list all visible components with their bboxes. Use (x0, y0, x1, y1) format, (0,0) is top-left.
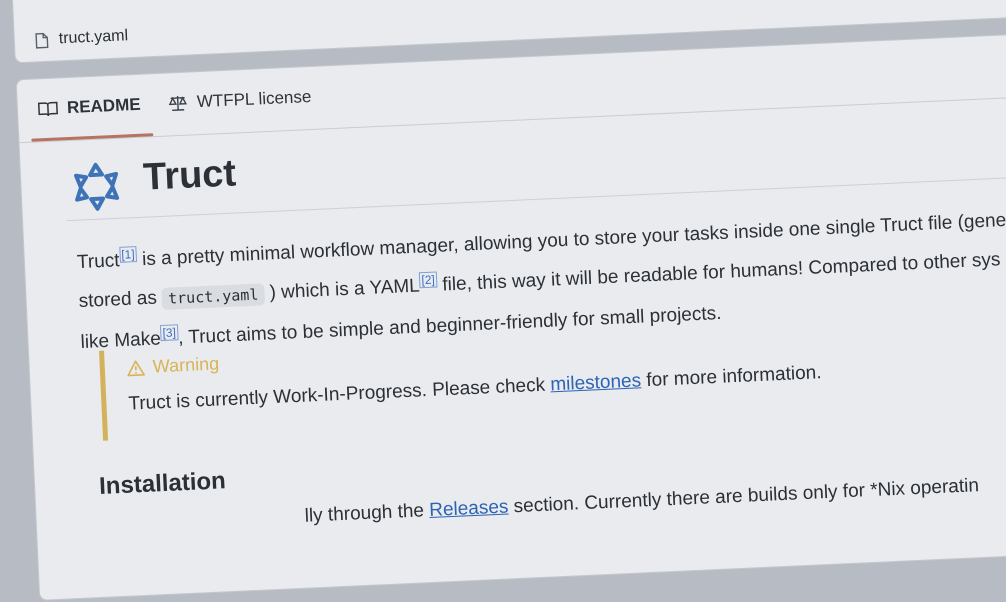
warning-label: Warning (152, 353, 220, 377)
milestones-link[interactable]: milestones (550, 370, 642, 395)
book-icon (37, 101, 58, 117)
file-item[interactable]: truct.yaml (34, 27, 128, 49)
readme-panel: README WTFPL license Truct Truct[1] is a… (15, 30, 1006, 601)
install-text-before: lly through the (304, 500, 430, 527)
file-icon (35, 32, 49, 49)
footnote-link-2[interactable]: [2] (419, 271, 438, 289)
active-tab-indicator (31, 133, 154, 142)
tab-readme-label: README (66, 94, 141, 118)
warning-text-before: Truct is currently Work-In-Progress. Ple… (127, 374, 551, 415)
scene: truct.yaml README WTFPL license Truct Tr… (0, 0, 1006, 601)
scale-icon (168, 96, 188, 112)
intro-text-4: file, this way it will be readable for h… (436, 249, 1001, 297)
intro-text-3: ) which is a YAML (263, 275, 421, 304)
warning-text: Truct is currently Work-In-Progress. Ple… (128, 362, 822, 415)
footnote-link-3[interactable]: [3] (160, 323, 179, 341)
tab-license-label: WTFPL license (196, 86, 312, 112)
footnote-link-1[interactable]: [1] (118, 246, 137, 263)
tab-readme[interactable]: README (37, 94, 141, 120)
filename-code: truct.yaml (161, 282, 265, 310)
warning-text-after: for more information. (640, 362, 822, 392)
install-text-after: section. Currently there are builds only… (507, 475, 980, 518)
file-name: truct.yaml (58, 27, 129, 48)
releases-link[interactable]: Releases (429, 496, 509, 521)
warning-icon (127, 359, 145, 376)
installation-text: lly through the Releases section. Curren… (304, 475, 979, 528)
warning-header: Warning (126, 353, 220, 378)
tab-license[interactable]: WTFPL license (167, 86, 312, 113)
intro-word: Truct (76, 250, 121, 274)
truct-logo (74, 162, 120, 211)
intro-text-2: stored as (78, 287, 163, 313)
readme-title: Truct (142, 152, 237, 199)
